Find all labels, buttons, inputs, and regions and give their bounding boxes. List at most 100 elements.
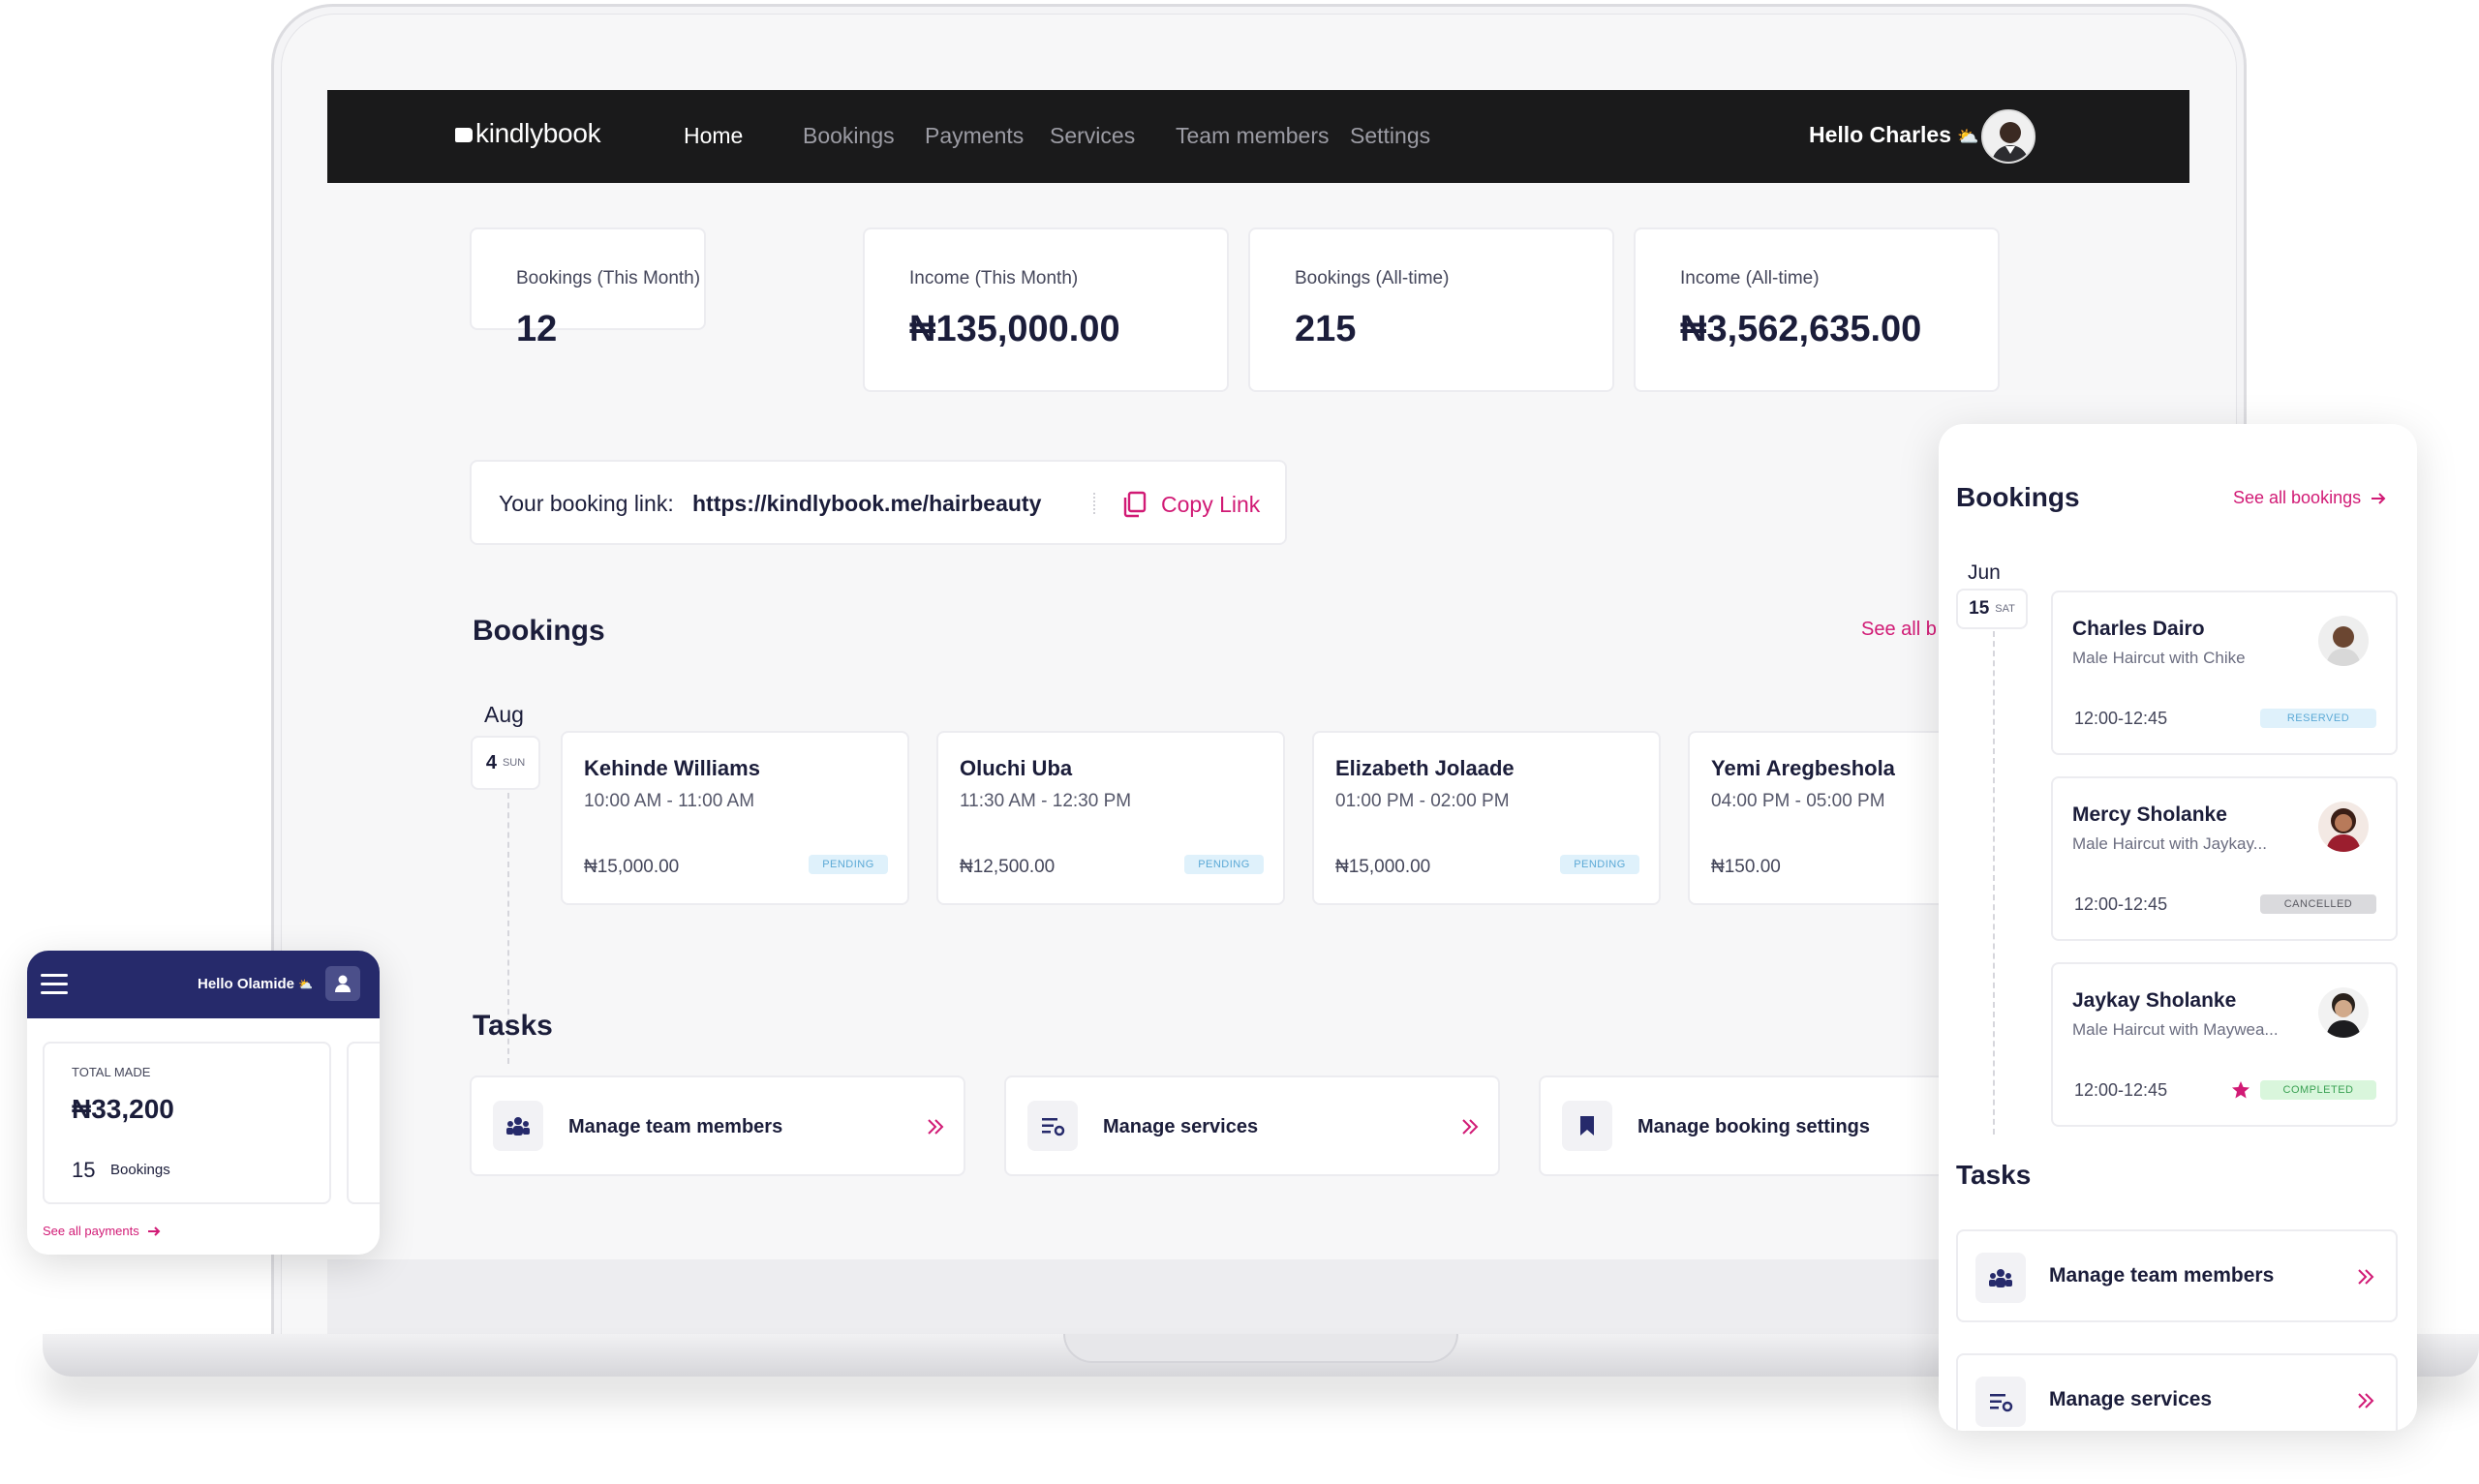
bookings-count-label: Bookings <box>110 1162 170 1178</box>
booking-time: 12:00-12:45 <box>2074 894 2168 914</box>
avatar <box>2318 987 2369 1038</box>
see-all-payments-link[interactable]: See all payments <box>43 1224 161 1238</box>
booking-service: Male Haircut with Chike <box>2072 649 2246 667</box>
booking-card[interactable]: Oluchi Uba 11:30 AM - 12:30 PM ₦12,500.0… <box>936 731 1285 905</box>
side-bookings-title: Bookings <box>1956 482 2080 512</box>
booking-name: Yemi Aregbeshola <box>1711 756 1895 780</box>
nav-services[interactable]: Services <box>1050 123 1135 149</box>
booking-name: Charles Dairo <box>2072 618 2205 640</box>
mobile-header: Hello Olamide ⛅ <box>27 951 380 1018</box>
booking-card[interactable]: Elizabeth Jolaade 01:00 PM - 02:00 PM ₦1… <box>1312 731 1661 905</box>
arrow-right-icon <box>147 1226 161 1236</box>
task-label: Manage services <box>1103 1116 1259 1137</box>
see-all-payments-text: See all payments <box>43 1224 139 1238</box>
booking-price: ₦15,000.00 <box>584 857 680 877</box>
stat-label: Bookings (This Month) <box>516 268 701 288</box>
user-icon[interactable] <box>325 966 360 1001</box>
star-icon[interactable] <box>2231 1080 2250 1100</box>
booking-service: Male Haircut with Maywea... <box>2072 1020 2279 1039</box>
booking-price: ₦15,000.00 <box>1335 857 1431 877</box>
nav-settings[interactable]: Settings <box>1350 123 1430 149</box>
bookings-month: Aug <box>484 702 524 727</box>
task-label: Manage booking settings <box>1637 1116 1871 1137</box>
booking-time: 10:00 AM - 11:00 AM <box>584 791 755 811</box>
greeting-emoji: ⛅ <box>1957 127 1979 146</box>
avatar <box>2318 616 2369 666</box>
bookmark-icon <box>1562 1101 1612 1151</box>
chevron-double-right-icon <box>928 1119 944 1135</box>
status-badge: PENDING <box>1184 855 1264 874</box>
status-badge: COMPLETED <box>2260 1080 2376 1100</box>
side-task-services[interactable]: Manage services <box>1956 1353 2398 1431</box>
see-all-bookings-link[interactable]: See all bookings <box>2233 488 2386 508</box>
task-label: Manage services <box>2049 1388 2213 1410</box>
booking-link-url[interactable]: https://kindlybook.me/hairbeauty <box>692 491 1041 517</box>
booking-time: 12:00-12:45 <box>2074 1080 2168 1100</box>
stat-label: Income (All-time) <box>1680 268 1820 288</box>
total-made-card: TOTAL MADE ₦33,200 15 Bookings <box>43 1042 331 1204</box>
nav-home[interactable]: Home <box>684 123 743 149</box>
top-nav: kindlybook Home Bookings Payments Servic… <box>327 90 2189 183</box>
copy-link-button[interactable]: Copy Link <box>1161 492 1260 518</box>
timeline-line <box>1993 631 1995 1135</box>
nav-team-members[interactable]: Team members <box>1176 123 1329 149</box>
booking-name: Kehinde Williams <box>584 756 760 780</box>
task-card-services[interactable]: Manage services <box>1004 1075 1500 1176</box>
logo[interactable]: kindlybook <box>455 118 601 149</box>
booking-name: Mercy Sholanke <box>2072 803 2227 826</box>
booking-time: 12:00-12:45 <box>2074 709 2168 728</box>
task-label: Manage team members <box>568 1116 783 1137</box>
chevron-double-right-icon <box>1462 1119 1479 1135</box>
greeting-text: Hello Charles <box>1809 122 1951 147</box>
hamburger-menu-icon[interactable] <box>41 974 68 1000</box>
stat-card-income-month: Income (This Month) ₦135,000.00 <box>863 227 1229 392</box>
team-icon <box>493 1101 543 1151</box>
day-number: 4 <box>485 751 497 773</box>
day-number: 15 <box>1969 598 1990 619</box>
booking-time: 04:00 PM - 05:00 PM <box>1711 791 1885 811</box>
mobile-greeting-text: Hello Olamide <box>198 976 295 992</box>
booking-name: Elizabeth Jolaade <box>1335 756 1515 780</box>
task-label: Manage team members <box>2049 1264 2275 1287</box>
stat-card-bookings-month: Bookings (This Month) 12 <box>470 227 706 349</box>
screen-bottom <box>327 1259 2189 1337</box>
avatar[interactable] <box>1981 109 2035 164</box>
stat-value: 12 <box>516 309 558 349</box>
bookings-count: 15 <box>72 1158 96 1182</box>
side-task-team-members[interactable]: Manage team members <box>1956 1229 2398 1322</box>
task-card-team-members[interactable]: Manage team members <box>470 1075 965 1176</box>
bookings-title: Bookings <box>473 615 605 647</box>
see-all-bookings-link[interactable]: See all b <box>1861 619 1937 641</box>
laptop-notch <box>1063 1334 1458 1363</box>
services-icon <box>1975 1377 2026 1427</box>
team-icon <box>1975 1253 2026 1303</box>
logo-text: kindlybook <box>475 118 601 148</box>
status-badge: RESERVED <box>2260 709 2376 728</box>
tasks-title: Tasks <box>473 1010 553 1042</box>
side-booking-card[interactable]: Mercy Sholanke Male Haircut with Jaykay.… <box>2051 776 2398 941</box>
day-weekday: SAT <box>1995 603 2015 615</box>
divider <box>1093 493 1095 514</box>
copy-icon[interactable] <box>1122 491 1148 518</box>
side-booking-card[interactable]: Charles Dairo Male Haircut with Chike 12… <box>2051 591 2398 755</box>
booking-time: 01:00 PM - 02:00 PM <box>1335 791 1510 811</box>
total-made-value: ₦33,200 <box>72 1094 174 1124</box>
side-booking-card[interactable]: Jaykay Sholanke Male Haircut with Maywea… <box>2051 962 2398 1127</box>
booking-card[interactable]: Kehinde Williams 10:00 AM - 11:00 AM ₦15… <box>561 731 909 905</box>
chevron-double-right-icon <box>2358 1269 2374 1285</box>
booking-name: Oluchi Uba <box>960 756 1073 780</box>
nav-bookings[interactable]: Bookings <box>803 123 895 149</box>
booking-price: ₦12,500.00 <box>960 857 1056 877</box>
services-icon <box>1027 1101 1078 1151</box>
nav-payments[interactable]: Payments <box>925 123 1024 149</box>
booking-link-bar: Your booking link: https://kindlybook.me… <box>470 460 1287 545</box>
stat-value: ₦135,000.00 <box>909 309 1120 349</box>
stat-card-bookings-alltime: Bookings (All-time) 215 <box>1248 227 1614 392</box>
arrow-right-icon <box>2372 492 2386 504</box>
side-month: Jun <box>1968 561 2001 584</box>
avatar <box>2318 802 2369 852</box>
laptop-screen: kindlybook Home Bookings Payments Servic… <box>327 90 2189 1259</box>
stat-card-income-alltime: Income (All-time) ₦3,562,635.00 <box>1634 227 2000 392</box>
stat-value: ₦3,562,635.00 <box>1680 309 1922 349</box>
booking-time: 11:30 AM - 12:30 PM <box>960 791 1132 811</box>
